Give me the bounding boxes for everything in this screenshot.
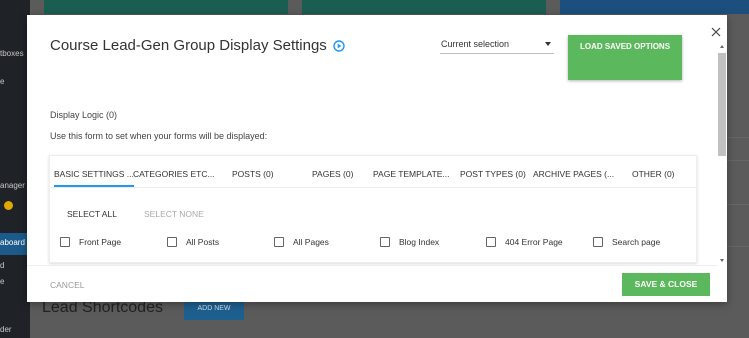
- selection-dropdown[interactable]: Current selection: [440, 36, 554, 54]
- display-logic-label: Display Logic (0): [50, 110, 118, 120]
- checkbox-box[interactable]: [167, 237, 177, 247]
- load-saved-options-button[interactable]: LOAD SAVED OPTIONS: [568, 35, 682, 80]
- modal-title-text: Course Lead-Gen Group Display Settings: [50, 37, 327, 54]
- background-card: [560, 0, 749, 14]
- tab-pages[interactable]: PAGES (0): [312, 169, 353, 179]
- sidebar-item-label: tboxes: [0, 49, 24, 58]
- select-all-button[interactable]: SELECT ALL: [67, 209, 117, 219]
- checkbox-front-page[interactable]: Front Page: [60, 237, 121, 247]
- checkbox-all-pages[interactable]: All Pages: [274, 237, 329, 247]
- tab-other[interactable]: OTHER (0): [632, 169, 675, 179]
- tab-page-templates[interactable]: PAGE TEMPLATE...: [373, 169, 450, 179]
- tabs-divider: [50, 187, 696, 188]
- checkbox-label: All Posts: [186, 237, 220, 247]
- cancel-button[interactable]: CANCEL: [50, 280, 84, 290]
- close-icon[interactable]: [710, 25, 722, 37]
- scroll-down-arrow-icon[interactable]: [720, 259, 724, 262]
- modal-title: Course Lead-Gen Group Display Settings: [50, 37, 345, 54]
- caret-down-icon: [545, 42, 551, 46]
- checkbox-box[interactable]: [593, 237, 603, 247]
- sidebar-item-label: aboard: [0, 238, 25, 247]
- display-settings-modal: Course Lead-Gen Group Display Settings C…: [27, 15, 727, 302]
- scrollbar-thumb[interactable]: [718, 53, 726, 156]
- tab-post-types[interactable]: POST TYPES (0): [460, 169, 526, 179]
- tab-basic-settings[interactable]: BASIC SETTINGS ...: [54, 169, 134, 179]
- checkbox-label: 404 Error Page: [505, 237, 563, 247]
- checkbox-label: Search page: [612, 237, 661, 247]
- checkbox-box[interactable]: [60, 237, 70, 247]
- scroll-up-arrow-icon[interactable]: [720, 45, 724, 48]
- sidebar-item-label: d: [0, 261, 5, 270]
- help-text: Use this form to set when your forms wil…: [50, 131, 268, 141]
- select-none-button[interactable]: SELECT NONE: [144, 209, 204, 219]
- checkbox-box[interactable]: [486, 237, 496, 247]
- selection-dropdown-value: Current selection: [441, 39, 510, 49]
- save-close-button[interactable]: SAVE & CLOSE: [622, 273, 710, 296]
- checkbox-blog-index[interactable]: Blog Index: [380, 237, 439, 247]
- play-circle-icon[interactable]: [333, 39, 345, 52]
- background-card: [44, 0, 288, 14]
- sidebar-item-dashboard: aboard: [0, 233, 30, 255]
- sidebar-item-label: anager: [0, 181, 25, 190]
- checkbox-label: All Pages: [293, 237, 329, 247]
- checkbox-box[interactable]: [274, 237, 284, 247]
- settings-tabs-panel: BASIC SETTINGS ... CATEGORIES ETC... POS…: [49, 155, 697, 263]
- sidebar-item-label: der: [0, 325, 12, 334]
- checkbox-box[interactable]: [380, 237, 390, 247]
- sidebar-item-label: e: [0, 277, 5, 286]
- tab-posts[interactable]: POSTS (0): [232, 169, 274, 179]
- tab-categories[interactable]: CATEGORIES ETC...: [133, 169, 215, 179]
- checkbox-search-page[interactable]: Search page: [593, 237, 660, 247]
- checkbox-404-error-page[interactable]: 404 Error Page: [486, 237, 563, 247]
- notification-badge: [4, 201, 13, 210]
- checkbox-label: Blog Index: [399, 237, 440, 247]
- footer-divider: [27, 265, 717, 266]
- tab-archive-pages[interactable]: ARCHIVE PAGES (...: [533, 169, 614, 179]
- checkbox-all-posts[interactable]: All Posts: [167, 237, 219, 247]
- background-card: [302, 0, 546, 14]
- sidebar-item-label: e: [0, 77, 5, 86]
- background-sidebar: tboxes e anager aboard d e der: [0, 0, 30, 338]
- checkbox-label: Front Page: [79, 237, 122, 247]
